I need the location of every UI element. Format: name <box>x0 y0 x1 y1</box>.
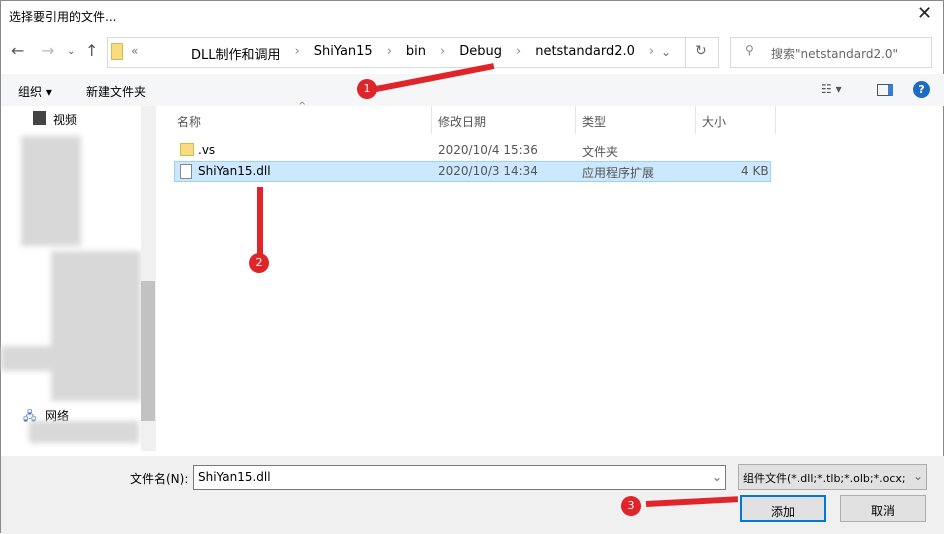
file-row-selected[interactable]: ShiYan15.dll 2020/10/3 14:34 应用程序扩展 4 KB <box>174 161 771 182</box>
file-date: 2020/10/3 14:34 <box>438 164 538 178</box>
crumb[interactable]: DLL制作和调用 <box>191 44 281 63</box>
file-name: ShiYan15.dll <box>198 164 271 178</box>
cancel-button[interactable]: 取消 <box>840 495 926 522</box>
filename-dropdown-icon[interactable]: ⌄ <box>712 470 722 484</box>
column-type[interactable]: 类型 <box>582 113 606 130</box>
file-type: 应用程序扩展 <box>582 166 655 180</box>
forward-icon[interactable]: → <box>41 41 54 60</box>
close-icon[interactable]: ✕ <box>917 3 932 24</box>
view-options-icon[interactable]: ☷ ▾ <box>821 82 842 96</box>
up-icon[interactable]: ↑ <box>85 41 98 60</box>
divider <box>575 106 576 134</box>
divider <box>431 106 432 134</box>
sidebar-item-video[interactable]: 视频 <box>53 111 77 128</box>
folder-icon <box>111 43 123 60</box>
crumb[interactable]: Debug <box>459 44 502 63</box>
preview-pane-icon[interactable] <box>877 84 893 96</box>
filetype-select[interactable]: 组件文件(*.dll;*.tlb;*.olb;*.ocx; <box>738 464 927 490</box>
organize-button[interactable]: 组织 ▾ <box>18 83 52 100</box>
annotation-badge: 2 <box>249 253 269 273</box>
filetype-dropdown-icon[interactable]: ⌄ <box>913 469 923 483</box>
sort-arrow-icon: ^ <box>298 101 307 112</box>
scrollbar-thumb[interactable] <box>141 281 155 421</box>
column-date[interactable]: 修改日期 <box>438 113 486 130</box>
divider <box>775 106 776 134</box>
search-icon: ⚲ <box>745 43 754 57</box>
breadcrumb: DLL制作和调用 › ShiYan15 › bin › Debug › netstand… <box>191 44 655 63</box>
new-folder-button[interactable]: 新建文件夹 <box>86 83 146 100</box>
dll-file-icon <box>180 164 192 179</box>
refresh-icon[interactable]: ↻ <box>695 43 707 59</box>
divider <box>695 106 696 134</box>
blurred-region <box>21 136 81 246</box>
file-row[interactable]: .vs 2020/10/4 15:36 文件夹 <box>174 140 771 161</box>
file-size: 4 KB <box>741 164 769 178</box>
search-input[interactable]: 搜索"netstandard2.0" <box>730 37 932 68</box>
window-title: 选择要引用的文件... <box>9 10 117 24</box>
annotation-badge: 3 <box>621 496 641 516</box>
crumb[interactable]: bin <box>406 44 426 63</box>
address-dropdown-icon[interactable]: ⌄ <box>661 45 671 59</box>
add-button[interactable]: 添加 <box>740 495 826 522</box>
blurred-region <box>1 346 131 371</box>
back-icon[interactable]: ← <box>11 41 24 60</box>
crumb[interactable]: netstandard2.0 <box>535 44 635 63</box>
recent-dropdown-icon[interactable]: ⌄ <box>67 46 75 57</box>
divider <box>685 37 686 68</box>
column-name[interactable]: 名称 <box>177 113 201 130</box>
column-size[interactable]: 大小 <box>702 113 726 130</box>
annotation-badge: 1 <box>357 79 377 99</box>
filename-input[interactable]: ShiYan15.dll <box>193 465 726 490</box>
file-type: 文件夹 <box>582 145 619 159</box>
folder-icon <box>180 143 194 156</box>
filename-label: 文件名(N): <box>130 472 189 486</box>
annotation-arrow <box>257 187 263 259</box>
file-date: 2020/10/4 15:36 <box>438 143 538 157</box>
crumb[interactable]: ShiYan15 <box>314 44 373 63</box>
video-icon <box>33 111 46 125</box>
overflow-crumb[interactable]: « <box>131 44 138 58</box>
blurred-region <box>51 251 141 401</box>
file-name: .vs <box>198 143 216 157</box>
blurred-region <box>29 421 139 443</box>
help-icon[interactable]: ? <box>913 81 930 98</box>
